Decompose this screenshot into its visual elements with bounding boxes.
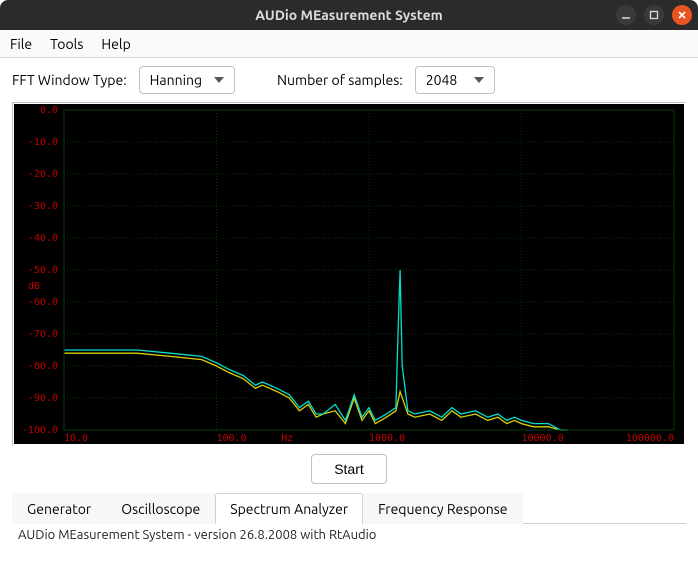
tab-frequency-response[interactable]: Frequency Response: [363, 493, 522, 524]
spectrum-chart: 0.0 -10.0 -20.0 -30.0 -40.0 -50.0 -60.0 -70.0 -8…: [14, 104, 684, 444]
svg-text:100.0: 100.0: [217, 433, 247, 444]
fft-window-value: Hanning: [150, 72, 202, 88]
svg-text:-90.0: -90.0: [28, 393, 58, 404]
svg-text:-20.0: -20.0: [28, 169, 58, 180]
maximize-button[interactable]: [644, 5, 664, 25]
svg-text:10000.0: 10000.0: [522, 433, 564, 444]
samples-dropdown[interactable]: 2048: [415, 66, 495, 94]
svg-text:-30.0: -30.0: [28, 201, 58, 212]
svg-text:1000.0: 1000.0: [369, 433, 405, 444]
titlebar: AUDio MEasurement System: [0, 0, 698, 30]
fft-window-dropdown[interactable]: Hanning: [139, 66, 235, 94]
close-button[interactable]: [672, 5, 692, 25]
menu-tools[interactable]: Tools: [50, 36, 83, 52]
tab-bar: Generator Oscilloscope Spectrum Analyzer…: [12, 492, 686, 524]
window-controls: [616, 0, 692, 30]
svg-text:-10.0: -10.0: [28, 137, 58, 148]
fft-window-label: FFT Window Type:: [12, 72, 127, 88]
chevron-down-icon: [214, 77, 224, 83]
svg-text:-40.0: -40.0: [28, 233, 58, 244]
window-title: AUDio MEasurement System: [255, 7, 442, 23]
svg-text:0.0: 0.0: [40, 105, 58, 116]
svg-text:10.0: 10.0: [64, 433, 88, 444]
content-area: FFT Window Type: Hanning Number of sampl…: [0, 58, 698, 548]
svg-text:-100.0: -100.0: [22, 425, 58, 436]
chevron-down-icon: [474, 77, 484, 83]
parameter-row: FFT Window Type: Hanning Number of sampl…: [12, 66, 686, 94]
tab-spectrum-analyzer[interactable]: Spectrum Analyzer: [215, 493, 363, 524]
svg-text:-50.0: -50.0: [28, 265, 58, 276]
tab-generator[interactable]: Generator: [12, 493, 106, 524]
svg-text:-60.0: -60.0: [28, 297, 58, 308]
menu-help[interactable]: Help: [101, 36, 130, 52]
status-bar: AUDio MEasurement System - version 26.8.…: [12, 524, 686, 548]
svg-text:100000.0: 100000.0: [626, 433, 674, 444]
svg-text:-80.0: -80.0: [28, 361, 58, 372]
samples-label: Number of samples:: [277, 72, 403, 88]
svg-text:dB: dB: [28, 281, 40, 292]
samples-value: 2048: [426, 72, 458, 88]
menu-file[interactable]: File: [10, 36, 32, 52]
svg-text:-70.0: -70.0: [28, 329, 58, 340]
chart-frame: 0.0 -10.0 -20.0 -30.0 -40.0 -50.0 -60.0 -70.0 -8…: [12, 102, 686, 446]
menubar: File Tools Help: [0, 30, 698, 58]
start-row: Start: [12, 446, 686, 490]
tab-oscilloscope[interactable]: Oscilloscope: [106, 493, 215, 524]
svg-text:Hz: Hz: [281, 433, 293, 444]
minimize-button[interactable]: [616, 5, 636, 25]
start-button[interactable]: Start: [311, 454, 387, 484]
